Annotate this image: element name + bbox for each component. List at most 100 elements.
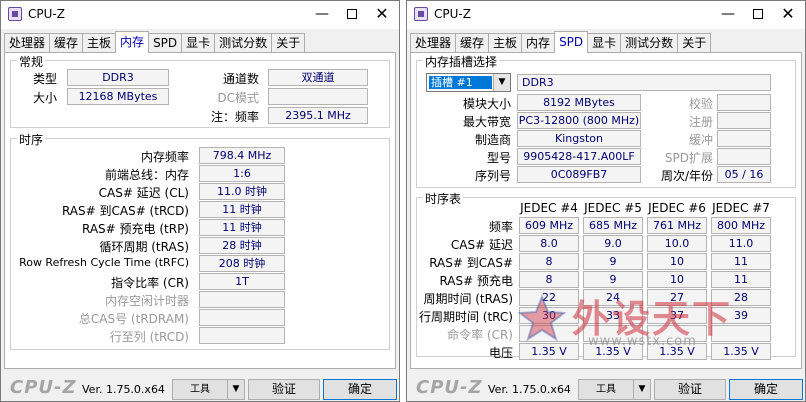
- jedec-6-header: JEDEC #6: [648, 201, 706, 215]
- command-rate-value: 1T: [199, 273, 285, 290]
- manufacturer-value: Kingston: [517, 130, 641, 147]
- trp-label: RAS# 预充电 (tRP): [81, 222, 189, 236]
- tab-memory[interactable]: 内存: [521, 33, 556, 53]
- jedec-7-header: JEDEC #7: [712, 201, 770, 215]
- dram-frequency-label: 内存频率: [140, 150, 189, 164]
- tab-mainboard[interactable]: 主板: [82, 33, 117, 53]
- trcd-jedec7: 11: [711, 253, 771, 270]
- tab-cpu[interactable]: 处理器: [410, 33, 457, 53]
- footer-bar: CPU-Z Ver. 1.75.0.x64 工具 ▼ 验证 确定: [407, 375, 805, 401]
- cpuz-window-spd: CPU-Z — ✕ 处理器 缓存 主板 内存 SPD 显卡 测试分数 关于 内存插槽选择 插槽…: [406, 0, 806, 402]
- close-button[interactable]: ✕: [773, 3, 803, 25]
- cas-jedec5: 9.0: [583, 235, 643, 252]
- tab-caches[interactable]: 缓存: [455, 33, 490, 53]
- voltage-jedec5: 1.35 V: [583, 343, 643, 360]
- trc-jedec6: 37: [647, 307, 707, 324]
- tab-cpu[interactable]: 处理器: [4, 33, 51, 53]
- tras-jedec6: 27: [647, 289, 707, 306]
- maximize-button[interactable]: [743, 3, 773, 25]
- title-bar[interactable]: CPU-Z — ✕: [1, 1, 399, 29]
- tras-jedec5: 24: [583, 289, 643, 306]
- slot-selected-value: 插槽 #1: [429, 76, 492, 89]
- tab-about[interactable]: 关于: [677, 33, 712, 53]
- ok-button[interactable]: 确定: [729, 379, 803, 400]
- tab-about[interactable]: 关于: [271, 33, 306, 53]
- nb-frequency-value: 2395.1 MHz: [268, 107, 368, 124]
- correction-label: 校验: [688, 97, 713, 111]
- timings-group: 时序 内存频率 798.4 MHz 前端总线：内存 1:6 CAS# 延迟 (C…: [10, 131, 390, 350]
- registered-value: [717, 112, 771, 129]
- minimize-button[interactable]: —: [713, 3, 743, 25]
- chevron-down-icon[interactable]: ▼: [493, 74, 510, 91]
- voltage-jedec7: 1.35 V: [711, 343, 771, 360]
- tools-button[interactable]: 工具: [172, 379, 228, 400]
- module-size-label: 模块大小: [462, 97, 511, 111]
- memory-type-value: DDR3: [517, 74, 771, 91]
- title-bar[interactable]: CPU-Z — ✕: [407, 1, 805, 29]
- tools-button[interactable]: 工具: [578, 379, 634, 400]
- maximize-icon: [347, 9, 357, 19]
- tab-graphics[interactable]: 显卡: [181, 33, 216, 53]
- ok-button[interactable]: 确定: [323, 379, 397, 400]
- tools-dropdown-button[interactable]: ▼: [633, 379, 651, 400]
- tras-label: 循环周期 (tRAS): [99, 240, 189, 254]
- version-label: Ver. 1.75.0.x64: [488, 383, 571, 396]
- timings-table-group: 时序表 JEDEC #4 JEDEC #5 JEDEC #6 JEDEC #7 …: [416, 190, 796, 360]
- trfc-label: Row Refresh Cycle Time (tRFC): [19, 256, 189, 269]
- close-button[interactable]: ✕: [367, 3, 397, 25]
- tras-label: 周期时间 (tRAS): [423, 292, 513, 306]
- command-rate-label: 指令比率 (CR): [111, 276, 189, 290]
- tab-spd[interactable]: SPD: [148, 33, 183, 53]
- trdram-value: [199, 309, 285, 326]
- window-title: CPU-Z: [28, 7, 65, 21]
- spd-ext-label: SPD扩展: [664, 151, 713, 165]
- trcd-jedec5: 9: [583, 253, 643, 270]
- cas-latency-value: 11.0 时钟: [199, 183, 285, 200]
- frequency-jedec6: 761 MHz: [647, 217, 707, 234]
- cas-jedec4: 8.0: [519, 235, 579, 252]
- tab-graphics[interactable]: 显卡: [587, 33, 622, 53]
- cas-jedec7: 11.0: [711, 235, 771, 252]
- cas-jedec6: 10.0: [647, 235, 707, 252]
- cpuz-window-memory: CPU-Z — ✕ 处理器 缓存 主板 内存 SPD 显卡 测试分数 关于 常规 类型 DDR…: [0, 0, 400, 402]
- version-label: Ver. 1.75.0.x64: [82, 383, 165, 396]
- tools-dropdown-button[interactable]: ▼: [227, 379, 245, 400]
- registered-label: 注册: [688, 115, 713, 129]
- validate-button[interactable]: 验证: [654, 379, 726, 400]
- cpuz-app-icon: [8, 7, 22, 21]
- trp-jedec6: 10: [647, 271, 707, 288]
- tab-bench[interactable]: 测试分数: [620, 33, 679, 53]
- timings-title: 时序: [17, 131, 46, 148]
- tab-memory[interactable]: 内存: [115, 31, 150, 53]
- dram-frequency-value: 798.4 MHz: [199, 147, 285, 164]
- part-number-value: 9905428-417.A00LF: [517, 148, 641, 165]
- command-rate-label: 命令率 (CR): [447, 328, 513, 342]
- trp-jedec5: 9: [583, 271, 643, 288]
- tab-spd[interactable]: SPD: [554, 31, 589, 53]
- tab-mainboard[interactable]: 主板: [488, 33, 523, 53]
- cr-jedec6: [647, 325, 707, 342]
- cas-latency-label: CAS# 延迟: [450, 238, 513, 252]
- minimize-button[interactable]: —: [307, 3, 337, 25]
- validate-button[interactable]: 验证: [248, 379, 320, 400]
- fsb-dram-value: 1:6: [199, 165, 285, 182]
- slot-select[interactable]: 插槽 #1 ▼: [426, 73, 511, 92]
- trc-jedec7: 39: [711, 307, 771, 324]
- channels-label: 通道数: [222, 72, 259, 86]
- maximize-button[interactable]: [337, 3, 367, 25]
- slot-selection-title: 内存插槽选择: [423, 53, 500, 70]
- tab-bench[interactable]: 测试分数: [214, 33, 273, 53]
- buffered-value: [717, 130, 771, 147]
- idle-timer-label: 内存空闲计时器: [104, 294, 189, 308]
- dropdown-arrow-icon: ▼: [232, 384, 240, 394]
- trfc-value: 208 时钟: [199, 255, 285, 272]
- trp-jedec7: 11: [711, 271, 771, 288]
- max-bandwidth-label: 最大带宽: [462, 115, 511, 129]
- row-to-column-label: 行至列 (tRCD): [109, 330, 189, 344]
- voltage-jedec6: 1.35 V: [647, 343, 707, 360]
- type-value: DDR3: [67, 69, 169, 86]
- dc-mode-label: DC模式: [217, 91, 259, 105]
- serial-number-label: 序列号: [474, 169, 511, 183]
- tab-caches[interactable]: 缓存: [49, 33, 84, 53]
- cr-jedec4: [519, 325, 579, 342]
